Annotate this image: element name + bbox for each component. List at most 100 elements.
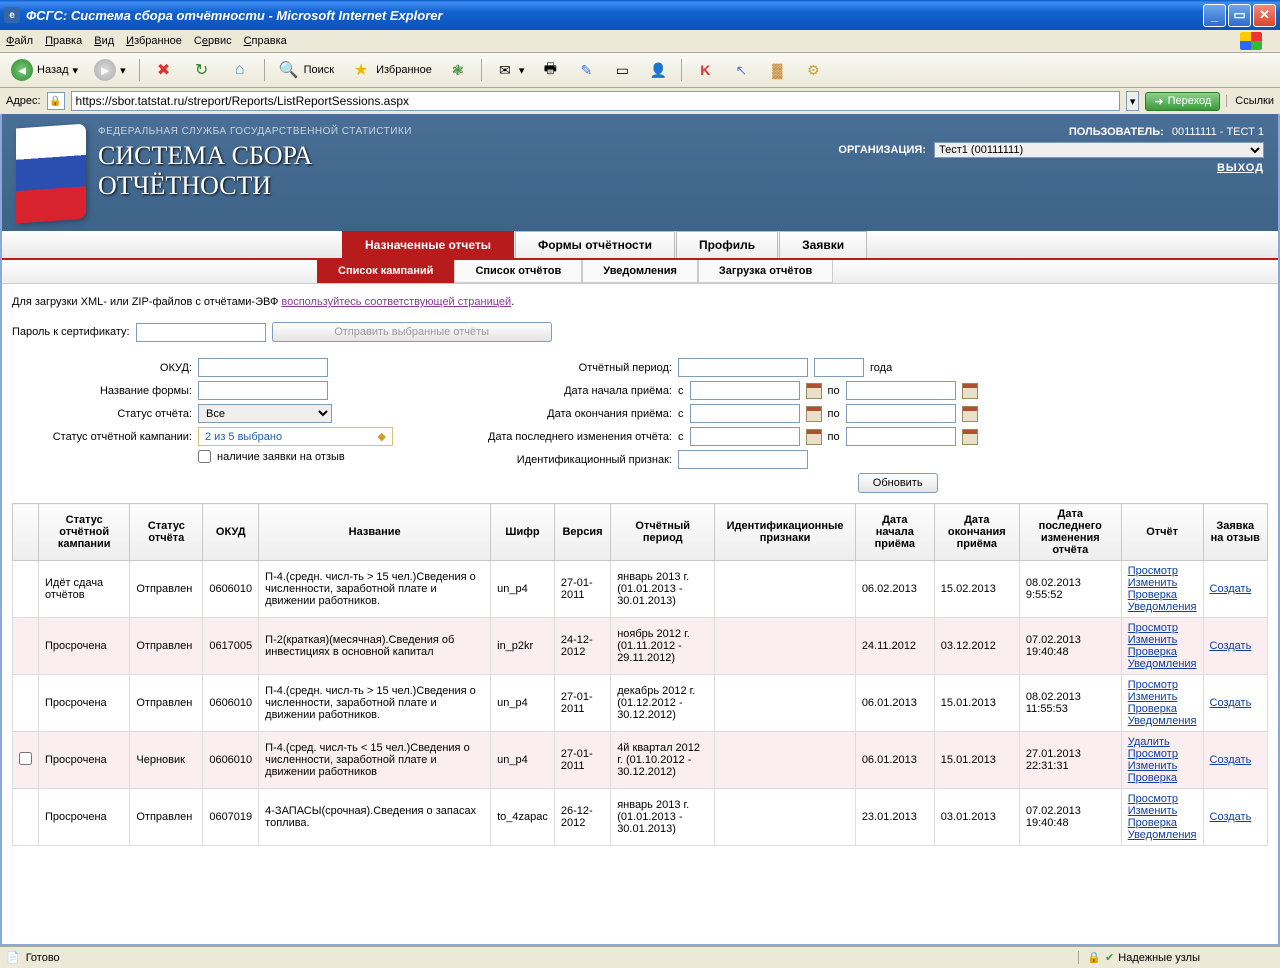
- create-recall-link[interactable]: Создать: [1210, 583, 1262, 595]
- menu-favorites[interactable]: Избранное: [126, 35, 182, 47]
- create-recall-link[interactable]: Создать: [1210, 697, 1262, 709]
- subtab-notifications[interactable]: Уведомления: [582, 260, 698, 283]
- home-button[interactable]: ⌂: [224, 56, 256, 84]
- create-recall-link[interactable]: Создать: [1210, 811, 1262, 823]
- has-recall-checkbox[interactable]: [198, 450, 211, 463]
- send-selected-button[interactable]: Отправить выбранные отчёты: [272, 322, 552, 342]
- date-change-from[interactable]: [690, 427, 800, 446]
- ext2-button[interactable]: ▓: [762, 57, 792, 83]
- discuss-button[interactable]: ▭: [607, 57, 637, 83]
- tab-requests[interactable]: Заявки: [779, 231, 867, 258]
- ext3-button[interactable]: ⚙: [798, 57, 828, 83]
- date-end-from[interactable]: [690, 404, 800, 423]
- action-view[interactable]: Просмотр: [1128, 679, 1197, 691]
- calendar-icon[interactable]: [806, 406, 822, 422]
- upload-link[interactable]: воспользуйтесь соответствующей страницей: [281, 296, 511, 308]
- action-check[interactable]: Проверка: [1128, 817, 1197, 829]
- menu-edit[interactable]: Правка: [45, 35, 82, 47]
- action-notif[interactable]: Уведомления: [1128, 601, 1197, 613]
- create-recall-link[interactable]: Создать: [1210, 640, 1262, 652]
- address-dropdown[interactable]: ▾: [1126, 91, 1140, 111]
- action-check[interactable]: Проверка: [1128, 589, 1197, 601]
- mail-button[interactable]: ✉▾: [490, 57, 530, 83]
- column-header[interactable]: Отчёт: [1121, 504, 1203, 561]
- tab-profile[interactable]: Профиль: [676, 231, 778, 258]
- kaspersky-button[interactable]: K: [690, 57, 720, 83]
- action-edit[interactable]: Изменить: [1128, 634, 1197, 646]
- refresh-button[interactable]: Обновить: [858, 473, 938, 493]
- column-header[interactable]: Версия: [554, 504, 610, 561]
- calendar-icon[interactable]: [806, 383, 822, 399]
- action-edit[interactable]: Изменить: [1128, 691, 1197, 703]
- column-header[interactable]: Идентификационные признаки: [715, 504, 856, 561]
- column-header[interactable]: ОКУД: [203, 504, 259, 561]
- edit-button[interactable]: ✎: [571, 57, 601, 83]
- create-recall-link[interactable]: Создать: [1210, 754, 1262, 766]
- tab-assigned-reports[interactable]: Назначенные отчеты: [342, 231, 514, 258]
- stop-button[interactable]: ✖: [148, 56, 180, 84]
- date-start-from[interactable]: [690, 381, 800, 400]
- minimize-button[interactable]: _: [1203, 4, 1226, 27]
- row-checkbox[interactable]: [19, 752, 32, 765]
- form-name-input[interactable]: [198, 381, 328, 400]
- action-check[interactable]: Проверка: [1128, 646, 1197, 658]
- campaign-status-select[interactable]: 2 из 5 выбрано◆: [198, 427, 393, 446]
- refresh-button[interactable]: ↻: [186, 56, 218, 84]
- report-status-select[interactable]: Все: [198, 404, 332, 423]
- action-view[interactable]: Просмотр: [1128, 622, 1197, 634]
- calendar-icon[interactable]: [806, 429, 822, 445]
- column-header[interactable]: Дата последнего изменения отчёта: [1019, 504, 1121, 561]
- subtab-reports[interactable]: Список отчётов: [454, 260, 582, 283]
- action-view[interactable]: Просмотр: [1128, 793, 1197, 805]
- maximize-button[interactable]: ▭: [1228, 4, 1251, 27]
- column-header[interactable]: Шифр: [491, 504, 555, 561]
- column-header[interactable]: Статус отчётной кампании: [39, 504, 130, 561]
- menu-file[interactable]: Файл: [6, 35, 33, 47]
- date-end-to[interactable]: [846, 404, 956, 423]
- action-view[interactable]: Просмотр: [1128, 748, 1197, 760]
- subtab-campaigns[interactable]: Список кампаний: [317, 260, 454, 283]
- action-edit[interactable]: Изменить: [1128, 805, 1197, 817]
- column-header[interactable]: Дата окончания приёма: [934, 504, 1019, 561]
- calendar-icon[interactable]: [962, 406, 978, 422]
- ext1-button[interactable]: ↖: [726, 57, 756, 83]
- menu-help[interactable]: Справка: [244, 35, 287, 47]
- date-change-to[interactable]: [846, 427, 956, 446]
- period-input[interactable]: [678, 358, 808, 377]
- menu-tools[interactable]: Сервис: [194, 35, 232, 47]
- print-button[interactable]: 🖶: [535, 57, 565, 83]
- history-button[interactable]: ❃: [443, 57, 473, 83]
- action-check[interactable]: Проверка: [1128, 703, 1197, 715]
- org-select[interactable]: Тест1 (00111111): [934, 142, 1264, 158]
- address-input[interactable]: [71, 91, 1120, 111]
- date-start-to[interactable]: [846, 381, 956, 400]
- favorites-button[interactable]: ★Избранное: [345, 56, 437, 84]
- forward-button[interactable]: ► ▾: [89, 56, 131, 84]
- action-view[interactable]: Просмотр: [1128, 565, 1197, 577]
- close-button[interactable]: ✕: [1253, 4, 1276, 27]
- calendar-icon[interactable]: [962, 383, 978, 399]
- logout-link[interactable]: ВЫХОД: [1217, 162, 1264, 174]
- menu-view[interactable]: Вид: [94, 35, 114, 47]
- okud-input[interactable]: [198, 358, 328, 377]
- tab-report-forms[interactable]: Формы отчётности: [515, 231, 675, 258]
- messenger-button[interactable]: 👤: [643, 57, 673, 83]
- year-input[interactable]: [814, 358, 864, 377]
- go-button[interactable]: ➜ Переход: [1145, 92, 1220, 111]
- column-header[interactable]: Название: [259, 504, 491, 561]
- action-notif[interactable]: Уведомления: [1128, 715, 1197, 727]
- calendar-icon[interactable]: [962, 429, 978, 445]
- column-header[interactable]: [13, 504, 39, 561]
- action-notif[interactable]: Уведомления: [1128, 829, 1197, 841]
- column-header[interactable]: Заявка на отзыв: [1203, 504, 1268, 561]
- cert-password-input[interactable]: [136, 323, 266, 342]
- back-button[interactable]: ◄Назад ▾: [6, 56, 83, 84]
- links-label[interactable]: Ссылки: [1226, 95, 1274, 107]
- column-header[interactable]: Отчётный период: [611, 504, 715, 561]
- action-notif[interactable]: Уведомления: [1128, 658, 1197, 670]
- action-edit[interactable]: Изменить: [1128, 760, 1197, 772]
- subtab-upload[interactable]: Загрузка отчётов: [698, 260, 833, 283]
- search-button[interactable]: 🔍Поиск: [273, 56, 339, 84]
- action-edit[interactable]: Изменить: [1128, 577, 1197, 589]
- ident-input[interactable]: [678, 450, 808, 469]
